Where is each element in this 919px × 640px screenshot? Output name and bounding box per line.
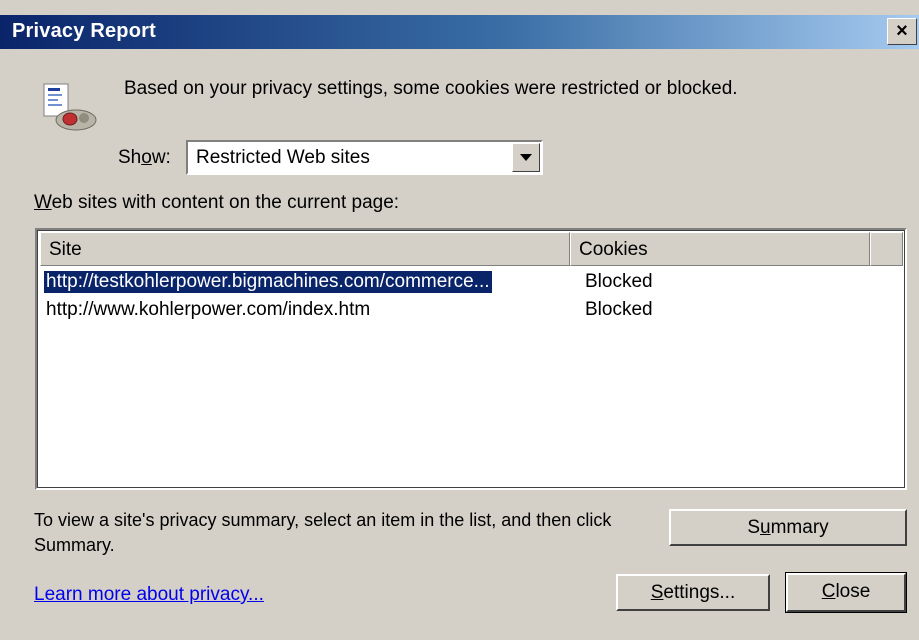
sites-list-label: Web sites with content on the current pa… — [34, 192, 400, 213]
privacy-report-dialog: Privacy Report × Based on your privacy s… — [0, 0, 919, 640]
chevron-down-icon[interactable] — [512, 143, 540, 172]
site-cell: http://www.kohlerpower.com/index.htm — [46, 299, 371, 320]
summary-button[interactable]: Summary — [669, 509, 907, 546]
settings-button[interactable]: Settings... — [616, 574, 770, 611]
title-bar[interactable]: Privacy Report × — [0, 15, 919, 49]
window-title: Privacy Report — [12, 20, 156, 42]
close-button[interactable]: Close — [785, 572, 907, 613]
show-label: Show: — [118, 147, 171, 168]
cookies-cell: Blocked — [585, 299, 653, 320]
site-cell: http://testkohlerpower.bigmachines.com/c… — [43, 270, 493, 294]
sites-list[interactable]: Site Cookies http://testkohlerpower.bigm… — [35, 228, 907, 490]
cookies-cell: Blocked — [585, 271, 653, 292]
summary-hint: To view a site's privacy summary, select… — [34, 510, 612, 555]
learn-more-link[interactable]: Learn more about privacy... — [34, 584, 264, 606]
close-window-button[interactable]: × — [887, 18, 917, 45]
show-filter-select[interactable]: Restricted Web sites — [186, 140, 543, 175]
privacy-message: Based on your privacy settings, some coo… — [124, 78, 738, 99]
column-header-site[interactable]: Site — [40, 232, 570, 266]
show-filter-value: Restricted Web sites — [196, 147, 370, 168]
column-header-cookies[interactable]: Cookies — [570, 232, 870, 266]
privacy-report-icon — [43, 83, 97, 131]
column-header-filler — [870, 232, 903, 266]
